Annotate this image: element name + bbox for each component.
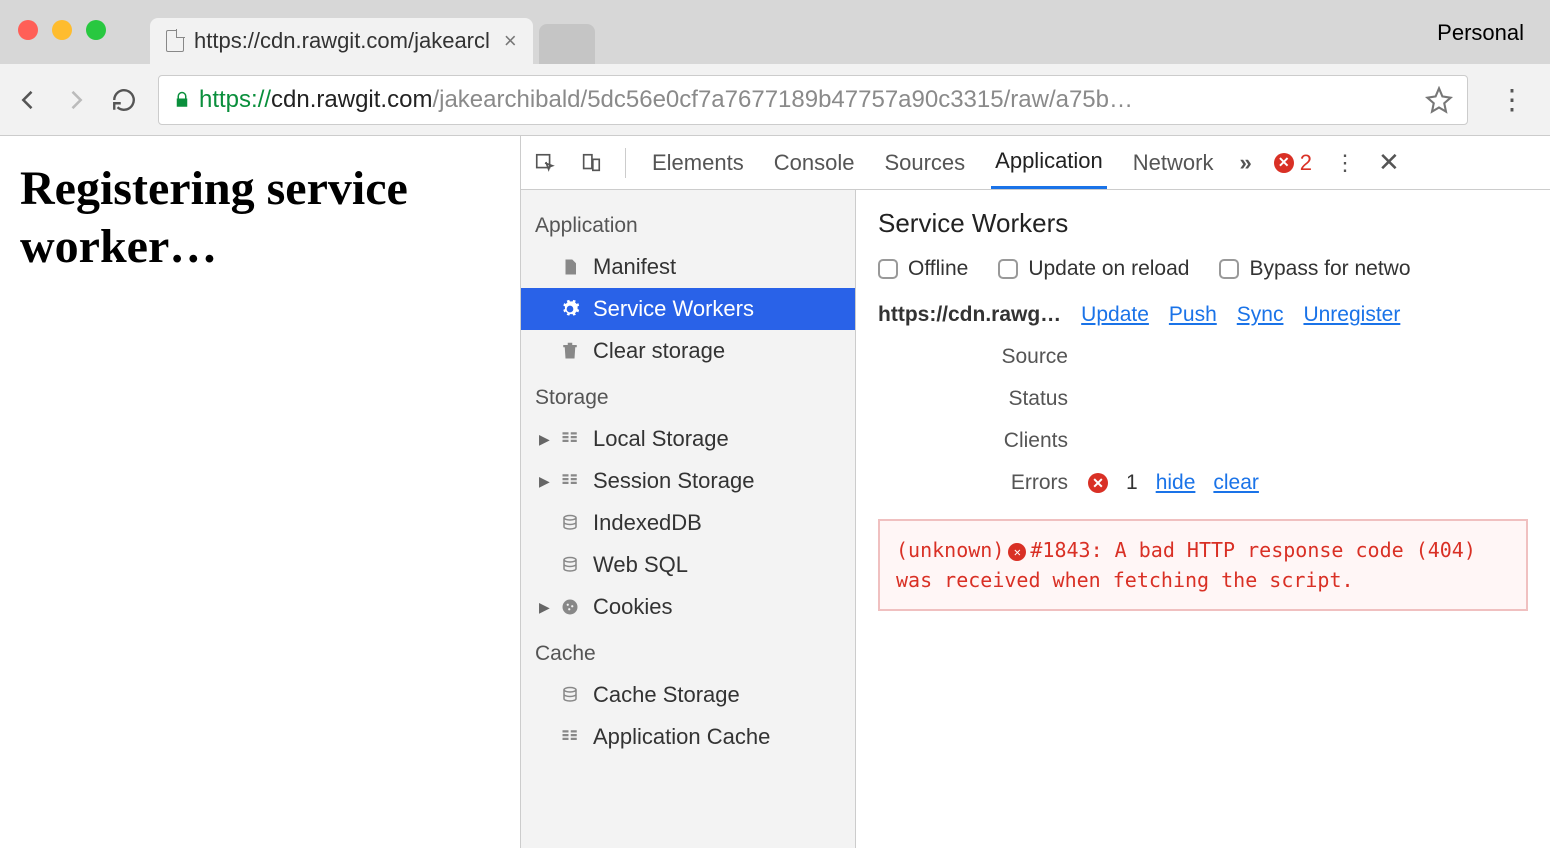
grid-icon xyxy=(559,428,581,450)
group-cache: Cache xyxy=(521,628,855,674)
sw-clients-label: Clients xyxy=(878,429,1088,453)
lock-icon xyxy=(173,90,191,110)
sw-push-link[interactable]: Push xyxy=(1169,303,1217,327)
devtools-menu-icon[interactable]: ⋮ xyxy=(1334,150,1356,176)
application-sidebar: Application Manifest Service Workers Cle… xyxy=(521,190,856,848)
browser-tab-active[interactable]: https://cdn.rawgit.com/jakearcl × xyxy=(150,18,533,64)
bookmark-star-icon[interactable] xyxy=(1425,86,1453,114)
document-icon xyxy=(559,256,581,278)
panel-title: Service Workers xyxy=(878,208,1528,239)
grid-icon xyxy=(559,726,581,748)
profile-label[interactable]: Personal xyxy=(1437,20,1524,46)
tab-title: https://cdn.rawgit.com/jakearcl xyxy=(194,28,490,54)
chevron-icon: ▶ xyxy=(539,431,550,448)
tab-console[interactable]: Console xyxy=(770,138,859,188)
page-icon xyxy=(166,30,184,52)
sw-source-label: Source xyxy=(878,345,1088,369)
forward-button[interactable] xyxy=(62,86,90,114)
close-window-button[interactable] xyxy=(18,20,38,40)
page-heading: Registering service worker… xyxy=(20,160,500,275)
sidebar-item-cache-storage[interactable]: Cache Storage xyxy=(521,674,855,716)
chevron-icon: ▶ xyxy=(539,599,550,616)
sw-error-count: 1 xyxy=(1126,471,1138,495)
tab-application[interactable]: Application xyxy=(991,136,1107,189)
sidebar-item-local-storage[interactable]: ▶Local Storage xyxy=(521,418,855,460)
sidebar-item-cookies[interactable]: ▶Cookies xyxy=(521,586,855,628)
grid-icon xyxy=(559,470,581,492)
group-storage: Storage xyxy=(521,372,855,418)
error-icon: ✕ xyxy=(1274,153,1294,173)
sidebar-item-indexeddb[interactable]: IndexedDB xyxy=(521,502,855,544)
devtools-close-icon[interactable]: ✕ xyxy=(1378,147,1400,178)
sw-hide-link[interactable]: hide xyxy=(1156,471,1196,495)
devtools-panel: Elements Console Sources Application Net… xyxy=(520,136,1550,848)
error-icon: ✕ xyxy=(1008,543,1026,561)
error-icon: ✕ xyxy=(1088,473,1108,493)
database-icon xyxy=(559,512,581,534)
chrome-menu-button[interactable]: ⋮ xyxy=(1488,83,1536,116)
service-workers-panel: Service Workers Offline Update on reload… xyxy=(856,190,1550,848)
sidebar-item-websql[interactable]: Web SQL xyxy=(521,544,855,586)
traffic-lights xyxy=(18,20,106,40)
gear-icon xyxy=(559,298,581,320)
cookie-icon xyxy=(559,596,581,618)
close-tab-icon[interactable]: × xyxy=(504,28,517,54)
sidebar-item-service-workers[interactable]: Service Workers xyxy=(521,288,855,330)
back-button[interactable] xyxy=(14,86,42,114)
sidebar-item-application-cache[interactable]: Application Cache xyxy=(521,716,855,758)
trash-icon xyxy=(559,340,581,362)
sw-origin-label: https://cdn.rawg… xyxy=(878,303,1061,327)
address-bar: https://cdn.rawgit.com/jakearchibald/5dc… xyxy=(0,64,1550,136)
tab-elements[interactable]: Elements xyxy=(648,138,748,188)
chevron-icon: ▶ xyxy=(539,473,550,490)
error-badge[interactable]: ✕ 2 xyxy=(1274,150,1312,176)
offline-checkbox[interactable]: Offline xyxy=(878,257,968,281)
sw-errors-label: Errors xyxy=(878,471,1088,495)
error-message-box: (unknown)✕#1843: A bad HTTP response cod… xyxy=(878,519,1528,611)
update-on-reload-checkbox[interactable]: Update on reload xyxy=(998,257,1189,281)
group-application: Application xyxy=(521,200,855,246)
sidebar-item-manifest[interactable]: Manifest xyxy=(521,246,855,288)
database-icon xyxy=(559,684,581,706)
maximize-window-button[interactable] xyxy=(86,20,106,40)
sw-clear-link[interactable]: clear xyxy=(1213,471,1259,495)
window-tabbar: https://cdn.rawgit.com/jakearcl × Person… xyxy=(0,0,1550,64)
minimize-window-button[interactable] xyxy=(52,20,72,40)
sw-update-link[interactable]: Update xyxy=(1081,303,1149,327)
sw-sync-link[interactable]: Sync xyxy=(1237,303,1284,327)
sw-unregister-link[interactable]: Unregister xyxy=(1303,303,1400,327)
new-tab-button[interactable] xyxy=(539,24,595,64)
inspect-icon[interactable] xyxy=(533,151,557,175)
omnibox[interactable]: https://cdn.rawgit.com/jakearchibald/5dc… xyxy=(158,75,1468,125)
sidebar-item-session-storage[interactable]: ▶Session Storage xyxy=(521,460,855,502)
device-toggle-icon[interactable] xyxy=(579,151,603,175)
reload-button[interactable] xyxy=(110,86,138,114)
page-content: Registering service worker… xyxy=(0,136,520,848)
devtools-tabbar: Elements Console Sources Application Net… xyxy=(521,136,1550,190)
bypass-network-checkbox[interactable]: Bypass for netwo xyxy=(1219,257,1410,281)
database-icon xyxy=(559,554,581,576)
more-tabs-icon[interactable]: » xyxy=(1239,150,1251,176)
tab-network[interactable]: Network xyxy=(1129,138,1218,188)
sidebar-item-clear-storage[interactable]: Clear storage xyxy=(521,330,855,372)
url-display: https://cdn.rawgit.com/jakearchibald/5dc… xyxy=(199,86,1133,114)
tab-sources[interactable]: Sources xyxy=(880,138,969,188)
sw-status-label: Status xyxy=(878,387,1088,411)
